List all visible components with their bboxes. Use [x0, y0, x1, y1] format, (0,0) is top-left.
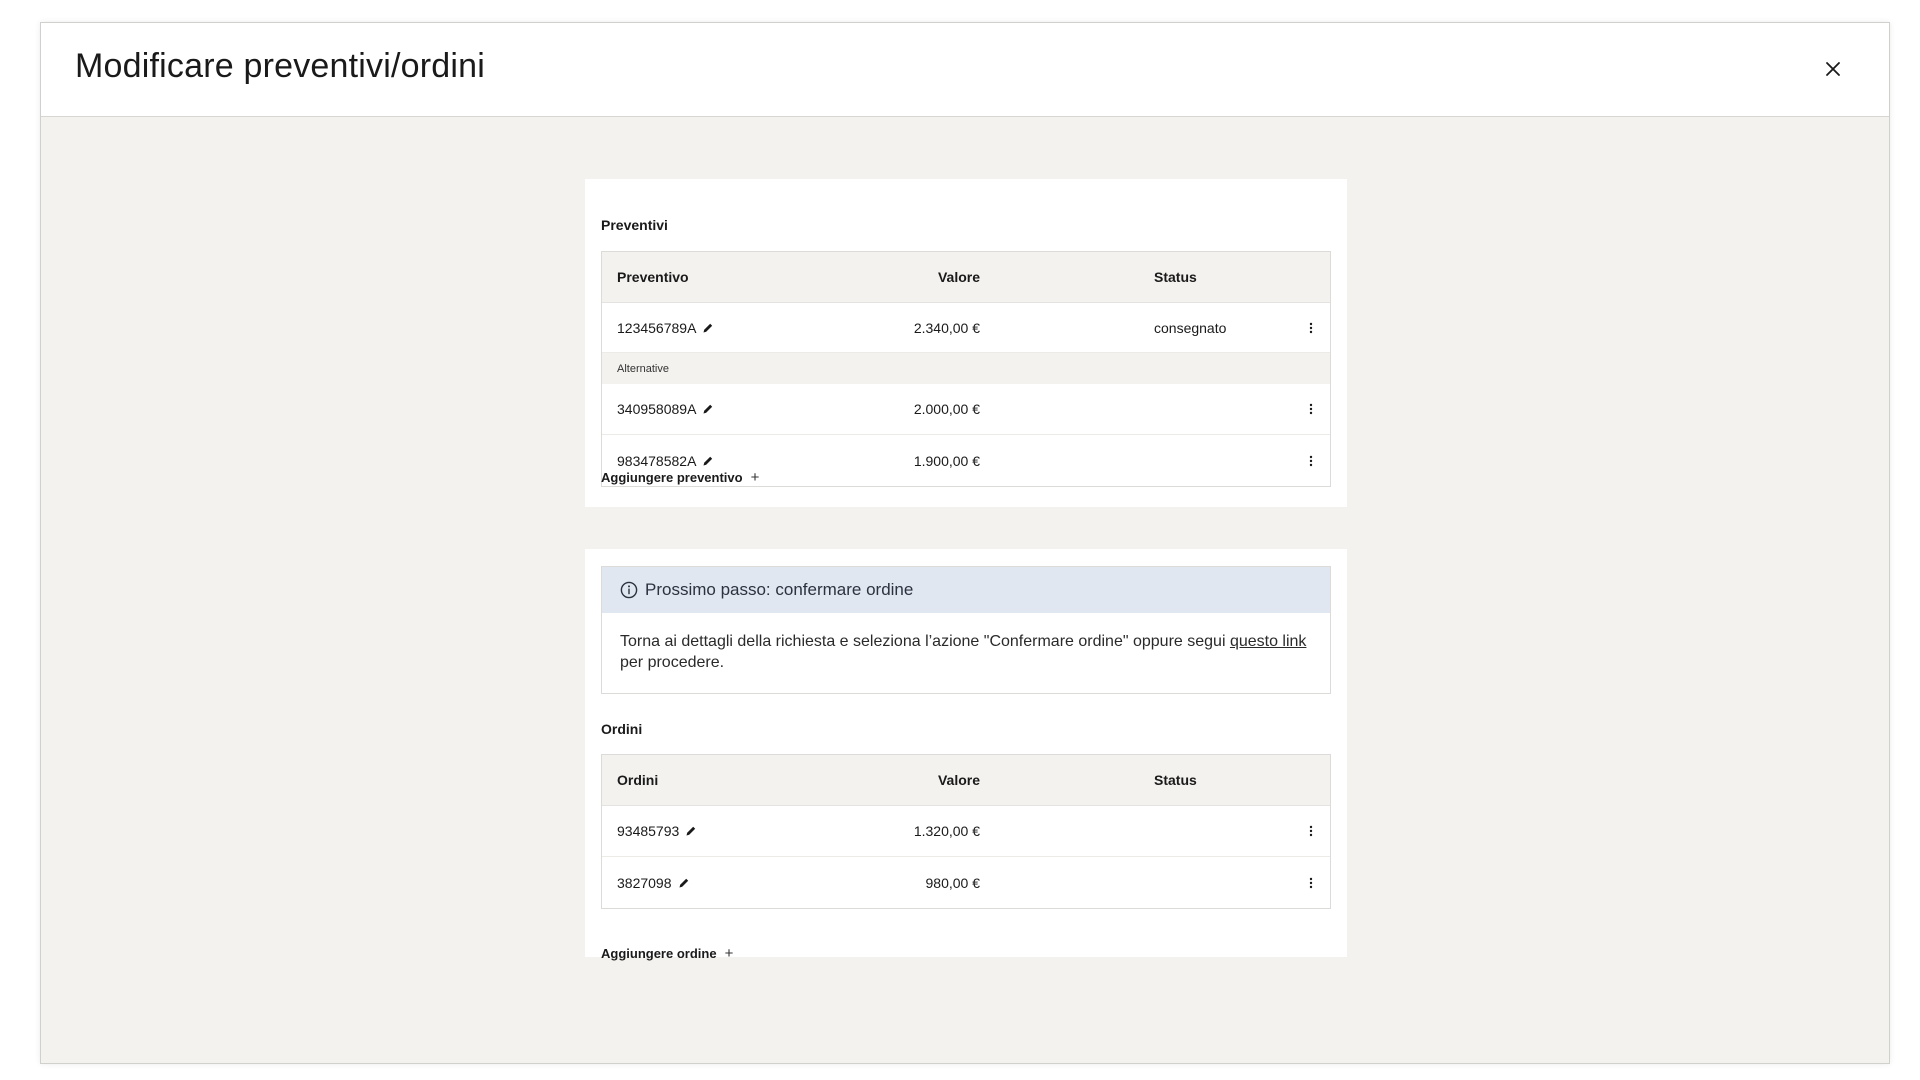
- edit-pencil-icon[interactable]: [678, 877, 690, 889]
- table-row: 3827098 980,00 €: [602, 857, 1330, 908]
- quote-id: 123456789A: [617, 319, 697, 336]
- info-icon: [620, 581, 638, 599]
- orders-section-title: Ordini: [601, 721, 643, 737]
- close-button[interactable]: [1817, 53, 1849, 85]
- notice-title: Prossimo passo: confermare ordine: [645, 580, 914, 599]
- quotes-table-header: Preventivo Valore Status: [602, 252, 1330, 303]
- quote-id-cell: 123456789A: [617, 320, 714, 336]
- quote-status: consegnato: [1154, 319, 1227, 336]
- plus-icon: +: [750, 469, 760, 486]
- modal-header: Modificare preventivi/ordini: [41, 23, 1889, 117]
- notice-body: Torna ai dettagli della richiesta e sele…: [602, 613, 1330, 673]
- notice-link[interactable]: questo link: [1230, 633, 1307, 650]
- add-order-label: Aggiungere ordine: [601, 946, 717, 961]
- header-value: Valore: [937, 269, 980, 285]
- edit-pencil-icon[interactable]: [702, 322, 714, 334]
- quote-id: 340958089A: [617, 401, 697, 417]
- row-menu-icon[interactable]: [1304, 873, 1318, 893]
- notice-text-after: per procedere.: [620, 654, 725, 671]
- row-menu-icon[interactable]: [1304, 821, 1318, 841]
- quote-id-cell: 983478582A: [617, 453, 714, 469]
- quote-id-cell: 340958089A: [617, 401, 714, 417]
- alternatives-label: Alternative: [602, 353, 1330, 384]
- quotes-section-title: Preventivi: [601, 217, 668, 233]
- quotes-card: Preventivi Preventivo Valore Status 1234…: [585, 179, 1347, 507]
- edit-quotes-orders-modal: Modificare preventivi/ordini Preventivi …: [40, 22, 1890, 1064]
- header-orders: Ordini: [617, 772, 659, 788]
- order-value: 980,00 €: [925, 874, 981, 891]
- header-status: Status: [1154, 772, 1197, 788]
- quote-value: 2.000,00 €: [913, 401, 980, 417]
- order-id-cell: 93485793: [617, 823, 697, 839]
- quotes-table: Preventivo Valore Status 123456789A 2.34…: [601, 251, 1331, 487]
- table-row: 340958089A 2.000,00 €: [602, 384, 1330, 435]
- add-quote-label: Aggiungere preventivo: [601, 470, 743, 485]
- table-row: 123456789A 2.340,00 € consegnato: [602, 303, 1330, 353]
- row-menu-icon[interactable]: [1304, 399, 1318, 419]
- order-id: 93485793: [617, 823, 680, 839]
- plus-icon: +: [724, 945, 734, 962]
- add-order-button[interactable]: Aggiungere ordine +: [601, 945, 733, 962]
- modal-title: Modificare preventivi/ordini: [75, 47, 485, 85]
- edit-pencil-icon[interactable]: [685, 825, 697, 837]
- header-value: Valore: [937, 772, 980, 788]
- edit-pencil-icon[interactable]: [702, 403, 714, 415]
- add-quote-button[interactable]: Aggiungere preventivo +: [601, 469, 759, 486]
- next-step-notice: Prossimo passo: confermare ordine Torna …: [601, 566, 1331, 694]
- close-icon: [1826, 62, 1840, 76]
- quote-value: 2.340,00 €: [913, 319, 980, 336]
- edit-pencil-icon[interactable]: [702, 455, 714, 467]
- header-quote: Preventivo: [617, 269, 689, 285]
- row-menu-icon[interactable]: [1304, 318, 1318, 338]
- table-row: 93485793 1.320,00 €: [602, 806, 1330, 857]
- orders-table-header: Ordini Valore Status: [602, 755, 1330, 806]
- orders-table: Ordini Valore Status 93485793 1.320,00 €: [601, 754, 1331, 909]
- quote-value: 1.900,00 €: [913, 452, 980, 469]
- notice-header: Prossimo passo: confermare ordine: [602, 567, 1330, 613]
- order-value: 1.320,00 €: [913, 823, 980, 839]
- order-id-cell: 3827098: [617, 875, 690, 891]
- header-status: Status: [1154, 269, 1197, 285]
- order-id: 3827098: [617, 874, 672, 891]
- quote-id: 983478582A: [617, 452, 697, 469]
- orders-card: Prossimo passo: confermare ordine Torna …: [585, 549, 1347, 962]
- row-menu-icon[interactable]: [1304, 451, 1318, 471]
- notice-text-before: Torna ai dettagli della richiesta e sele…: [620, 633, 1230, 650]
